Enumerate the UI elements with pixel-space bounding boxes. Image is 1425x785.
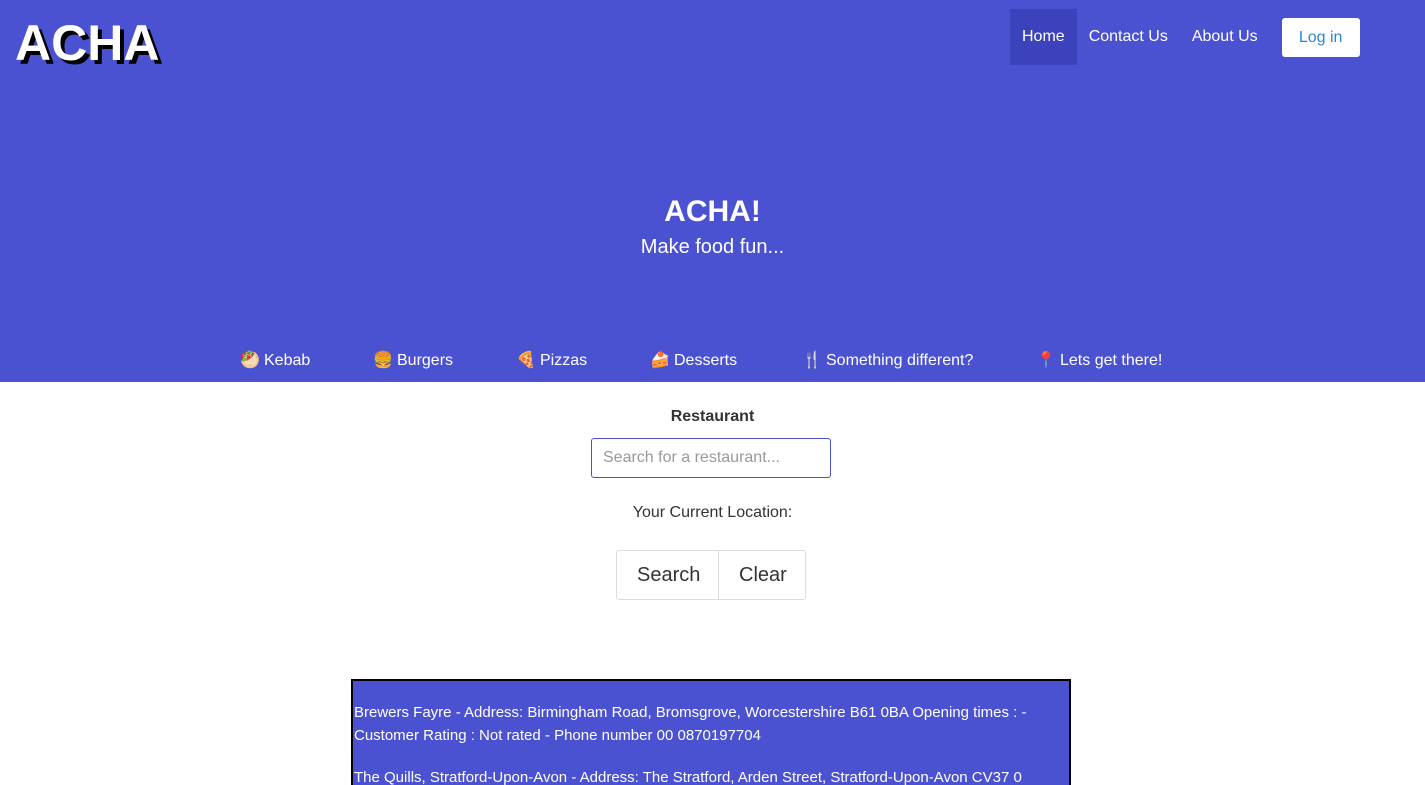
nav-about-us[interactable]: About Us [1180, 9, 1270, 65]
category-burgers[interactable]: 🍔 Burgers [373, 350, 453, 370]
site-logo[interactable]: ACHA [15, 14, 159, 72]
category-label: Burgers [397, 352, 454, 369]
category-something-different[interactable]: 🍴 Something different? [802, 350, 973, 370]
category-pizzas[interactable]: 🍕 Pizzas [516, 350, 587, 370]
category-lets-get-there[interactable]: 📍 Lets get there! [1036, 350, 1162, 370]
category-label: Kebab [264, 352, 311, 369]
map-pin-icon: 📍 [1036, 352, 1056, 369]
category-label: Desserts [674, 352, 738, 369]
category-kebab[interactable]: 🥙 Kebab [240, 350, 310, 370]
cake-icon: 🍰 [650, 352, 670, 369]
top-nav: Home Contact Us About Us Log in [1010, 9, 1360, 65]
fork-knife-icon: 🍴 [802, 352, 822, 369]
category-label: Pizzas [540, 352, 588, 369]
login-button[interactable]: Log in [1281, 17, 1360, 57]
nav-contact-us[interactable]: Contact Us [1077, 9, 1180, 65]
burger-icon: 🍔 [373, 352, 393, 369]
search-button[interactable]: Search [616, 550, 719, 600]
search-button-group: Search Clear [616, 550, 806, 600]
clear-button[interactable]: Clear [719, 550, 806, 600]
results-list[interactable]: Brewers Fayre - Address: Birmingham Road… [351, 679, 1071, 785]
pizza-icon: 🍕 [516, 352, 536, 369]
result-item[interactable]: The Quills, Stratford-Upon-Avon - Addres… [354, 766, 1069, 785]
hero-subtitle: Make food fun... [640, 236, 785, 258]
nav-home[interactable]: Home [1010, 9, 1077, 65]
restaurant-label: Restaurant [670, 408, 755, 425]
category-label: Lets get there! [1060, 352, 1163, 369]
category-desserts[interactable]: 🍰 Desserts [650, 350, 737, 370]
hero-title: ACHA! [664, 195, 761, 228]
hero-banner: ACHA Home Contact Us About Us Log in ACH… [0, 0, 1425, 382]
restaurant-search-input[interactable] [591, 438, 831, 478]
result-item[interactable]: Brewers Fayre - Address: Birmingham Road… [354, 701, 1069, 747]
category-label: Something different? [826, 352, 974, 369]
current-location-label: Your Current Location: [632, 504, 793, 521]
kebab-icon: 🥙 [240, 352, 260, 369]
